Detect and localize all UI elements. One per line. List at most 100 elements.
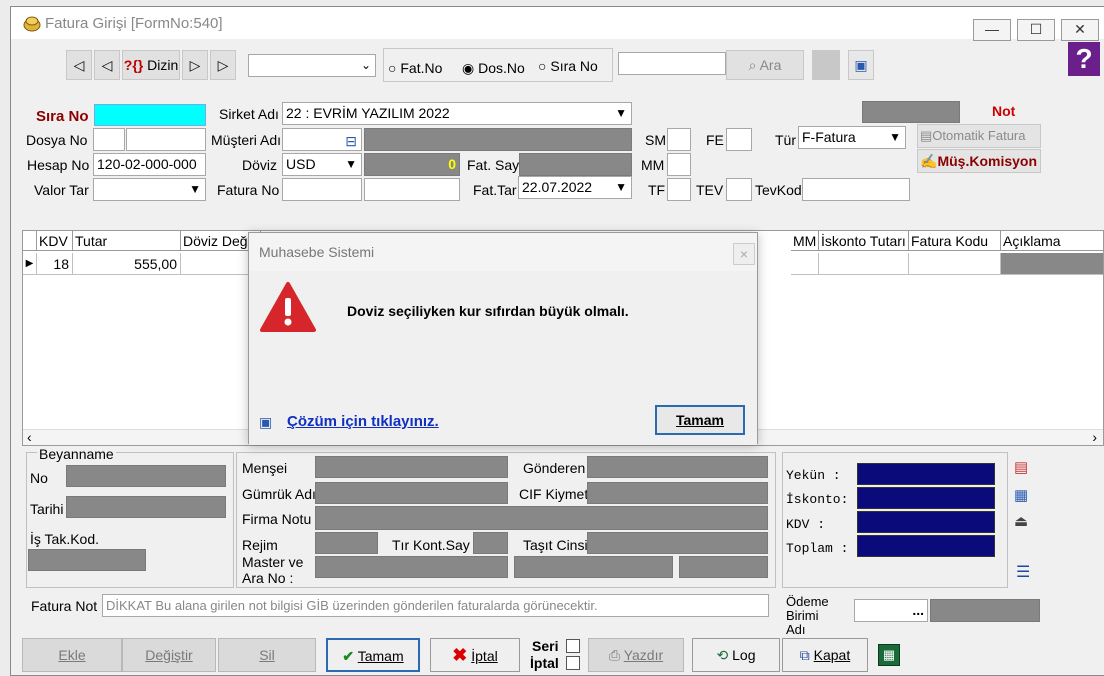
- dosya-no-prefix-input[interactable]: [93, 128, 125, 151]
- grid-header-fatura-kodu[interactable]: Fatura Kodu: [909, 231, 1001, 251]
- seri-iptal-label: İptal: [530, 655, 559, 671]
- komisyon-label: Müş.Komisyon: [937, 153, 1038, 169]
- search-icon: ⌕: [748, 57, 757, 73]
- preview-button[interactable]: ▣: [848, 50, 874, 80]
- toplam-label: Toplam :: [786, 541, 849, 556]
- log-button[interactable]: ⟲ Log: [692, 638, 780, 672]
- table-cell-iskonto[interactable]: [819, 253, 909, 275]
- grid-header-tutar[interactable]: Tutar: [73, 231, 181, 251]
- radio-fatno[interactable]: ○ Fat.No: [388, 60, 442, 76]
- musteri-code-input[interactable]: ⊟: [282, 128, 362, 151]
- otomatik-fatura-button[interactable]: ▤Otomatik Fatura: [917, 124, 1041, 148]
- master-field-1: [315, 556, 508, 578]
- tur-value: F-Fatura: [802, 129, 856, 145]
- nav-last-button[interactable]: ▷: [210, 50, 236, 80]
- log-label: Log: [732, 647, 756, 663]
- ekle-button[interactable]: Ekle: [22, 638, 122, 672]
- gonderen-field: [587, 456, 768, 478]
- grid-select-icon[interactable]: ▦: [1014, 486, 1028, 504]
- tev-label: TEV: [696, 182, 724, 198]
- checkmark-icon: ✔: [342, 648, 355, 664]
- search-button[interactable]: ⌕ Ara: [726, 50, 804, 80]
- tf-input[interactable]: [667, 178, 691, 201]
- hesap-no-input[interactable]: 120-02-000-000: [93, 153, 206, 176]
- odeme-label-line-3: Adı: [786, 622, 806, 637]
- eject-icon[interactable]: ⏏: [1014, 512, 1028, 530]
- tevkod-input[interactable]: [802, 178, 910, 201]
- tur-select[interactable]: F-Fatura ▼: [798, 126, 906, 149]
- sm-input[interactable]: [667, 128, 691, 151]
- sirket-select[interactable]: 22 : EVRİM YAZILIM 2022 ▼: [282, 102, 632, 125]
- table-cell-mm[interactable]: [791, 253, 819, 275]
- add-document-icon[interactable]: ▤: [1014, 458, 1028, 476]
- dialog-body: Doviz seçiliyken kur sıfırdan büyük olma…: [249, 271, 757, 445]
- table-cell-tutar[interactable]: 555,00: [73, 253, 181, 275]
- table-cell-fatura-kodu[interactable]: [909, 253, 1001, 275]
- help-icon[interactable]: ?: [1068, 42, 1100, 76]
- musteri-komisyon-button[interactable]: ✍Müş.Komisyon: [917, 149, 1041, 173]
- fat-tar-picker[interactable]: 22.07.2022 ▼: [518, 176, 632, 199]
- dizin-button[interactable]: ?{} Dizin: [122, 50, 180, 80]
- calculator-icon[interactable]: ▦: [878, 644, 900, 666]
- nav-next-button[interactable]: ▷: [182, 50, 208, 80]
- nav-prev-button[interactable]: ◁: [94, 50, 120, 80]
- table-cell-kdv[interactable]: 18: [37, 253, 73, 275]
- kur-field[interactable]: 0: [364, 153, 460, 176]
- search-input[interactable]: [618, 52, 726, 75]
- nav-first-button[interactable]: ◁: [66, 50, 92, 80]
- sira-no-input[interactable]: [94, 104, 206, 126]
- grid-header-iskonto[interactable]: İskonto Tutarı: [819, 231, 909, 251]
- handshake-icon: ✍: [920, 153, 938, 169]
- doviz-select[interactable]: USD ▼: [282, 153, 362, 176]
- beyanname-no-field: [66, 465, 226, 487]
- list-icon[interactable]: ☰: [1016, 562, 1030, 582]
- rejim-label: Rejim: [242, 537, 278, 553]
- grid-header-kdv[interactable]: KDV: [37, 231, 73, 251]
- sil-button[interactable]: Sil: [218, 638, 316, 672]
- chevron-down-icon: ▼: [189, 182, 201, 196]
- tamam-button[interactable]: ✔ Tamam: [326, 638, 420, 672]
- beyanname-no-label: No: [30, 470, 48, 486]
- valor-select[interactable]: ▼: [93, 178, 206, 201]
- degistir-button[interactable]: Değiştir: [122, 638, 216, 672]
- chevron-down-icon: ⌄: [360, 58, 371, 72]
- close-button[interactable]: ✕: [1061, 19, 1099, 41]
- fatura-seri-input[interactable]: [282, 178, 362, 201]
- dialog-close-button[interactable]: ×: [733, 243, 755, 265]
- grid-header-aciklama[interactable]: Açıklama: [1001, 231, 1103, 251]
- odeme-lookup-button[interactable]: ...: [854, 599, 928, 622]
- dialog-title-bar: Muhasebe Sistemi ×: [249, 233, 757, 271]
- chevron-down-icon: ▼: [889, 130, 901, 144]
- grid-header-mm[interactable]: MM: [791, 231, 819, 251]
- blank-button[interactable]: [812, 50, 840, 80]
- exit-door-icon: ⧉: [799, 647, 810, 663]
- table-cell-aciklama[interactable]: [1001, 253, 1103, 275]
- tir-label: Tır Kont.Say: [392, 537, 470, 553]
- tev-input[interactable]: [726, 178, 752, 201]
- help-link[interactable]: Çözüm için tıklayınız.: [287, 413, 439, 430]
- fe-input[interactable]: [726, 128, 752, 151]
- seri-checkbox[interactable]: [566, 639, 580, 653]
- dizin-label: Dizin: [147, 57, 179, 73]
- search-type-select[interactable]: ⌄: [248, 54, 376, 77]
- chevron-right-icon[interactable]: ›: [1092, 429, 1097, 445]
- toplam-field: [857, 535, 995, 557]
- kapat-button[interactable]: ⧉ Kapat: [782, 638, 868, 672]
- minimize-button[interactable]: —: [973, 19, 1011, 41]
- fatura-not-input[interactable]: DİKKAT Bu alana girilen not bilgisi GİB …: [102, 594, 769, 617]
- radio-dosno[interactable]: ◉ Dos.No: [462, 60, 525, 77]
- yazdir-button[interactable]: ⎙ Yazdır: [588, 638, 684, 672]
- maximize-button[interactable]: ☐: [1017, 19, 1055, 41]
- chevron-left-icon[interactable]: ‹: [27, 429, 32, 445]
- not-label: Not: [992, 103, 1016, 119]
- mm-input[interactable]: [667, 153, 691, 176]
- dialog-ok-button[interactable]: Tamam: [655, 405, 745, 435]
- lookup-icon[interactable]: ⊟: [345, 131, 357, 150]
- fatura-no-input[interactable]: [364, 178, 460, 201]
- cif-label: CIF Kiymet: [519, 486, 589, 502]
- radio-sirano[interactable]: ○ Sıra No: [538, 58, 598, 74]
- dosya-no-input[interactable]: [126, 128, 206, 151]
- iptal-button[interactable]: ✖ İptal: [430, 638, 520, 672]
- rejim-field: [315, 532, 378, 554]
- fat-say-label: Fat. Say: [467, 157, 520, 173]
